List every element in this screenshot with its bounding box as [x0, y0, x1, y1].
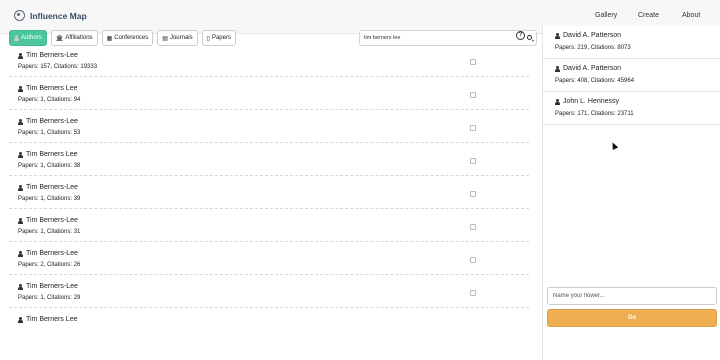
selected-name-wrap: John L. Hennessy — [555, 98, 619, 105]
result-name-wrap: Tim Berners-Lee — [18, 217, 78, 224]
selected-item[interactable]: David A. Patterson Papers: 408, Citation… — [543, 59, 720, 92]
selected-stats: Papers: 171, Citations: 23711 — [555, 111, 634, 117]
person-icon — [18, 316, 23, 323]
result-name-wrap: Tim Berners-Lee — [18, 118, 78, 125]
result-stats: Papers: 2, Citations: 26 — [18, 262, 81, 268]
help-icon[interactable]: ? — [516, 31, 525, 40]
person-icon — [18, 118, 23, 125]
result-stats: Papers: 157, Citations: 19333 — [18, 64, 98, 70]
result-name: Tim Berners-Lee — [26, 52, 78, 59]
list-item[interactable]: Tim Berners Lee — [9, 308, 529, 341]
selected-name: David A. Patterson — [563, 32, 621, 39]
selected-stats: Papers: 408, Citations: 45964 — [555, 78, 635, 84]
book-icon: ▤ — [162, 35, 168, 42]
result-stats: Papers: 1, Citations: 31 — [18, 229, 81, 235]
select-checkbox[interactable] — [470, 125, 476, 131]
select-checkbox[interactable] — [470, 59, 476, 65]
result-name: Tim Berners-Lee — [26, 217, 78, 224]
person-icon — [18, 217, 23, 224]
nav-create[interactable]: Create — [638, 12, 659, 19]
list-item[interactable]: Tim Berners-Lee Papers: 2, Citations: 26 — [9, 242, 529, 275]
nav-about[interactable]: About — [682, 12, 700, 19]
person-icon — [18, 283, 23, 290]
flower-name-input[interactable] — [547, 287, 717, 305]
list-item[interactable]: Tim Berners-Lee Papers: 1, Citations: 31 — [9, 209, 529, 242]
person-icon — [18, 85, 23, 92]
go-button[interactable]: Go — [547, 309, 717, 327]
result-stats: Papers: 1, Citations: 38 — [18, 163, 81, 169]
selected-name: John L. Hennessy — [563, 98, 620, 105]
selected-stats: Papers: 219, Citations: 8073 — [555, 45, 631, 51]
search-icon[interactable] — [527, 35, 532, 40]
person-icon — [18, 52, 23, 59]
result-name: Tim Berners-Lee — [26, 118, 78, 125]
person-icon — [14, 35, 19, 41]
result-name-wrap: Tim Berners Lee — [18, 85, 77, 92]
result-name-wrap: Tim Berners-Lee — [18, 250, 78, 257]
result-name-wrap: Tim Berners-Lee — [18, 52, 78, 59]
list-item[interactable]: Tim Berners-Lee Papers: 1, Citations: 29 — [9, 275, 529, 308]
list-item[interactable]: Tim Berners-Lee Papers: 157, Citations: … — [9, 44, 529, 77]
result-name-wrap: Tim Berners Lee — [18, 151, 77, 158]
selected-name-wrap: David A. Patterson — [555, 65, 621, 72]
result-name-wrap: Tim Berners-Lee — [18, 184, 78, 191]
result-stats: Papers: 1, Citations: 29 — [18, 295, 81, 301]
list-item[interactable]: Tim Berners Lee Papers: 1, Citations: 94 — [9, 77, 529, 110]
person-icon — [555, 32, 560, 39]
select-checkbox[interactable] — [470, 92, 476, 98]
document-icon: ▯ — [206, 35, 210, 42]
selected-panel: David A. Patterson Papers: 219, Citation… — [542, 26, 720, 360]
person-icon — [555, 98, 560, 105]
list-item[interactable]: Tim Berners-Lee Papers: 1, Citations: 53 — [9, 110, 529, 143]
result-stats: Papers: 1, Citations: 53 — [18, 130, 81, 136]
tab-label: Journals — [169, 35, 193, 41]
nav-gallery[interactable]: Gallery — [595, 12, 617, 19]
result-name: Tim Berners-Lee — [26, 184, 78, 191]
result-name: Tim Berners Lee — [26, 151, 78, 158]
result-name-wrap: Tim Berners-Lee — [18, 283, 78, 290]
result-name-wrap: Tim Berners Lee — [18, 316, 77, 323]
person-icon — [18, 184, 23, 191]
selected-item[interactable]: John L. Hennessy Papers: 171, Citations:… — [543, 92, 720, 125]
select-checkbox[interactable] — [470, 290, 476, 296]
globe-icon — [14, 10, 25, 21]
selected-name-wrap: David A. Patterson — [555, 32, 621, 39]
result-stats: Papers: 1, Citations: 94 — [18, 97, 81, 103]
institution-icon: 🏛 — [55, 35, 64, 42]
results-list: Tim Berners-Lee Papers: 157, Citations: … — [9, 44, 529, 341]
brand[interactable]: Influence Map — [14, 10, 87, 21]
select-checkbox[interactable] — [470, 257, 476, 263]
tab-label: Authors — [21, 35, 42, 41]
result-name: Tim Berners Lee — [26, 316, 78, 323]
person-icon — [555, 65, 560, 72]
search-input[interactable] — [360, 31, 518, 45]
selected-item[interactable]: David A. Patterson Papers: 219, Citation… — [543, 26, 720, 59]
tab-label: Affiliations — [65, 35, 93, 41]
building-icon: ▦ — [106, 35, 113, 42]
select-checkbox[interactable] — [470, 224, 476, 230]
select-checkbox[interactable] — [470, 191, 476, 197]
result-name: Tim Berners-Lee — [26, 283, 78, 290]
tab-label: Conferences — [114, 35, 149, 41]
result-stats: Papers: 1, Citations: 39 — [18, 196, 81, 202]
list-item[interactable]: Tim Berners-Lee Papers: 1, Citations: 39 — [9, 176, 529, 209]
selected-name: David A. Patterson — [563, 65, 621, 72]
tab-label: Papers — [211, 35, 231, 41]
brand-title: Influence Map — [30, 10, 87, 21]
person-icon — [18, 250, 23, 257]
result-name: Tim Berners-Lee — [26, 250, 78, 257]
person-icon — [18, 151, 23, 158]
result-name: Tim Berners Lee — [26, 85, 78, 92]
select-checkbox[interactable] — [470, 158, 476, 164]
list-item[interactable]: Tim Berners Lee Papers: 1, Citations: 38 — [9, 143, 529, 176]
